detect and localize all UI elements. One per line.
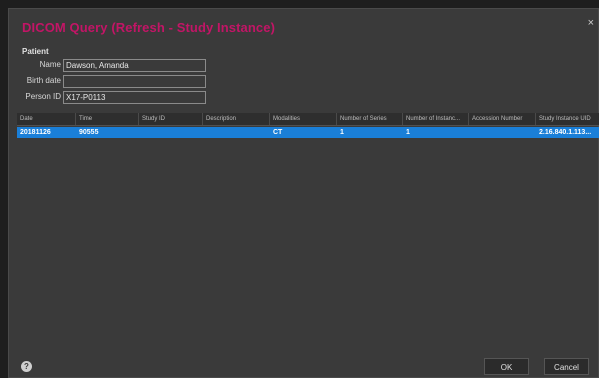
column-header-accession-number[interactable]: Accession Number bbox=[469, 113, 536, 125]
column-header-study-instance-uid[interactable]: Study Instance UID bbox=[536, 113, 599, 125]
cell-date: 20181126 bbox=[20, 129, 51, 136]
cell-study-id bbox=[139, 127, 203, 138]
column-header-description[interactable]: Description bbox=[203, 113, 270, 125]
column-header-study-id[interactable]: Study ID bbox=[139, 113, 203, 125]
person-id-field[interactable] bbox=[63, 91, 206, 104]
column-header-modalities[interactable]: Modalities bbox=[270, 113, 337, 125]
column-header-number-of-series[interactable]: Number of Series bbox=[337, 113, 403, 125]
column-header-date[interactable]: Date bbox=[17, 113, 76, 125]
cell-number-of-instances: 1 bbox=[406, 129, 410, 136]
table-header: Date Time Study ID Description Modalitie… bbox=[17, 113, 599, 126]
column-header-number-of-instances[interactable]: Number of Instanc... bbox=[403, 113, 469, 125]
cell-number-of-series: 1 bbox=[340, 129, 344, 136]
cell-accession-number bbox=[469, 127, 536, 138]
table-row[interactable]: 20181126 90555 CT 1 1 2.16.840.1.113... bbox=[17, 127, 599, 138]
cell-study-instance-uid: 2.16.840.1.113... bbox=[539, 129, 592, 136]
patient-section-label: Patient bbox=[22, 47, 49, 56]
help-icon[interactable]: ? bbox=[21, 361, 32, 372]
name-label: Name bbox=[39, 60, 61, 69]
dialog-title: DICOM Query (Refresh - Study Instance) bbox=[22, 20, 276, 35]
close-icon[interactable]: × bbox=[588, 17, 594, 29]
birth-date-label: Birth date bbox=[26, 76, 61, 85]
cell-time: 90555 bbox=[79, 129, 99, 136]
cancel-button[interactable]: Cancel bbox=[544, 358, 589, 375]
ok-button[interactable]: OK bbox=[484, 358, 529, 375]
cell-modalities: CT bbox=[273, 129, 283, 136]
column-header-time[interactable]: Time bbox=[76, 113, 139, 125]
cell-description bbox=[203, 127, 270, 138]
dicom-query-dialog: DICOM Query (Refresh - Study Instance) ×… bbox=[8, 8, 599, 378]
name-field[interactable] bbox=[63, 59, 206, 72]
birth-date-field[interactable] bbox=[63, 75, 206, 88]
person-id-label: Person ID bbox=[25, 92, 61, 101]
study-table: Date Time Study ID Description Modalitie… bbox=[17, 113, 599, 138]
